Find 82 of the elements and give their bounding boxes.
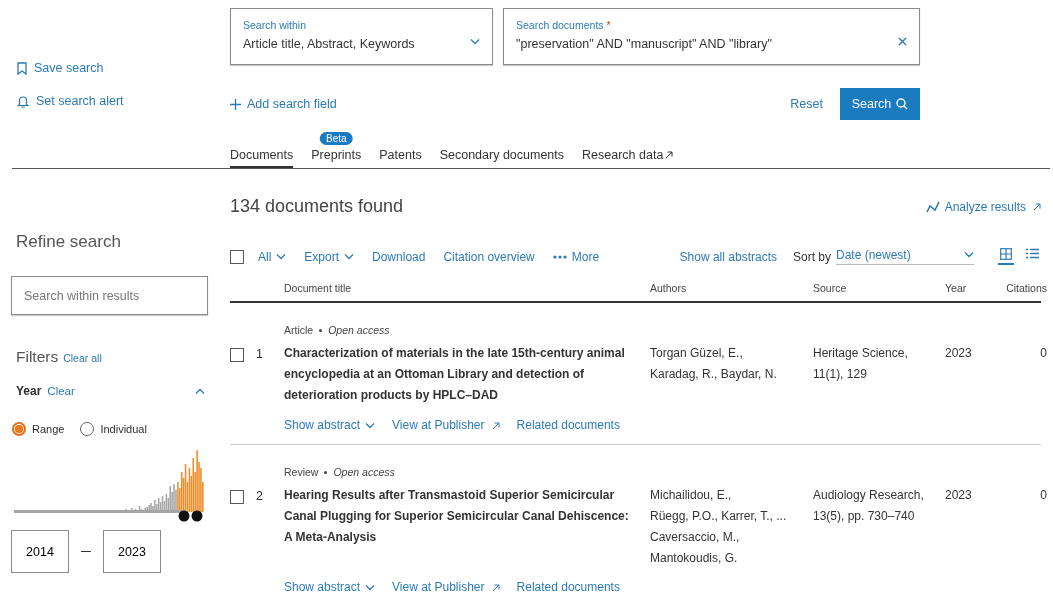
show-abstract-link[interactable]: Show abstract: [284, 415, 376, 436]
tab[interactable]: Research data: [582, 148, 674, 168]
result-number: 2: [256, 488, 264, 505]
row-checkbox[interactable]: [230, 348, 244, 362]
more-icon: [552, 254, 567, 259]
chevron-down-icon: [365, 422, 376, 429]
year-to-field[interactable]: 2023: [103, 530, 161, 573]
result-number: 1: [256, 346, 264, 363]
related-documents-link[interactable]: Related documents: [516, 415, 620, 436]
show-abstract-link[interactable]: Show abstract: [284, 577, 376, 598]
citations-cell-text: 0: [1039, 345, 1047, 362]
bell-icon: [17, 94, 29, 108]
plus-icon: [230, 98, 241, 110]
add-search-field-link[interactable]: Add search field: [230, 97, 337, 111]
document-type: Article: [284, 323, 314, 337]
select-all-checkbox[interactable]: [230, 249, 244, 264]
clear-all-link[interactable]: Clear all: [63, 352, 102, 364]
range-handle[interactable]: [178, 510, 203, 522]
clear-link[interactable]: Clear: [47, 385, 195, 397]
sort-label: Sort by: [793, 249, 831, 264]
year-cell-text: 2023: [945, 345, 973, 362]
column-header: Citations: [1005, 282, 1047, 294]
citation-overview-link[interactable]: Citation overview: [443, 249, 535, 264]
row-checkbox[interactable]: [230, 490, 244, 504]
chevron-down-icon: [344, 253, 355, 260]
publisher-link[interactable]: View at Publisher: [392, 415, 500, 436]
external-link-icon: [1033, 202, 1041, 211]
authors-cell-text: Michailidou, E., Rüegg, P.O., Karrer, T., ... Caversaccio, M., Mantokoudis, G.: [650, 487, 788, 567]
trend-line-icon: [925, 200, 940, 213]
column-header: Document title: [284, 282, 353, 294]
access-label: Open access: [328, 323, 390, 337]
reset-link[interactable]: Reset: [790, 97, 823, 111]
external-link-icon: [491, 583, 500, 592]
search-within-dropdown[interactable]: Search within Article title, Abstract, Keywords: [230, 8, 493, 65]
close-icon[interactable]: [898, 37, 907, 46]
bookmark-icon: [17, 61, 27, 75]
column-header: Source: [813, 282, 848, 294]
access-label: Open access: [333, 465, 395, 479]
external-link-icon: [665, 151, 674, 159]
document-type: Review: [284, 465, 319, 479]
analyze-results-link[interactable]: Analyze results: [925, 199, 1041, 214]
search-documents-field[interactable]: Search documents * "preservation" AND "manuscript" AND "library": [503, 8, 920, 65]
authors-cell-text: Torgan Güzel, E., Karadag, R., Baydar, N.: [650, 345, 778, 383]
source-cell-text: Audiology Research, 13(5), pp. 730–740: [813, 487, 925, 525]
refine-search-heading: Refine search: [16, 232, 122, 252]
chevron-down-icon: [470, 38, 480, 45]
chevron-up-icon: [195, 388, 205, 394]
chevron-down-icon: [964, 252, 974, 258]
document-title-link[interactable]: Characterization of materials in the late 15th-century animal encyclopedia at an Ottoman Library and detection of deterioration products by HPLC–DAD: [284, 343, 650, 406]
chevron-down-icon: [365, 584, 376, 591]
more-menu[interactable]: More: [552, 249, 600, 264]
column-header: Authors: [650, 282, 688, 294]
radio-option[interactable]: Range: [12, 422, 65, 436]
year-from-field[interactable]: 2014: [11, 530, 69, 573]
year-filter-label: Year: [16, 384, 42, 398]
all-dropdown[interactable]: All: [258, 249, 287, 264]
search-icon: [896, 98, 909, 110]
citations-cell-text: 0: [1039, 487, 1047, 504]
results-count: 134 documents found: [230, 196, 405, 217]
sort-dropdown[interactable]: Date (newest): [836, 248, 974, 265]
search-button[interactable]: Search: [840, 88, 920, 120]
tab[interactable]: Secondary documents: [439, 148, 565, 168]
external-link-icon: [491, 421, 500, 430]
document-title-link[interactable]: Hearing Results after Transmastoid Superior Semicircular Canal Plugging for Superior Semicircular Canal Dehiscence: A Meta-Analysis: [284, 485, 650, 548]
show-all-abstracts-link[interactable]: Show all abstracts: [679, 249, 777, 264]
column-header: Year: [945, 282, 968, 294]
beta-badge: Beta: [319, 132, 353, 145]
tab[interactable]: Preprints: [311, 148, 362, 168]
download-link[interactable]: Download: [372, 249, 426, 264]
export-dropdown[interactable]: Export: [304, 249, 355, 264]
year-cell-text: 2023: [945, 487, 973, 504]
source-cell-text: Heritage Science, 11(1), 129: [813, 345, 909, 383]
alert-link[interactable]: Set search alert: [17, 94, 230, 108]
save-link[interactable]: Save search: [17, 61, 230, 75]
filters-heading: Filters: [16, 348, 59, 366]
search-within-results-field[interactable]: Search within results: [11, 276, 208, 315]
chevron-down-icon: [276, 253, 287, 260]
publisher-link[interactable]: View at Publisher: [392, 577, 500, 598]
tab[interactable]: Patents: [379, 148, 422, 168]
related-documents-link[interactable]: Related documents: [516, 577, 620, 598]
grid-view-icon[interactable]: [998, 248, 1014, 265]
radio-option[interactable]: Individual: [80, 422, 147, 436]
